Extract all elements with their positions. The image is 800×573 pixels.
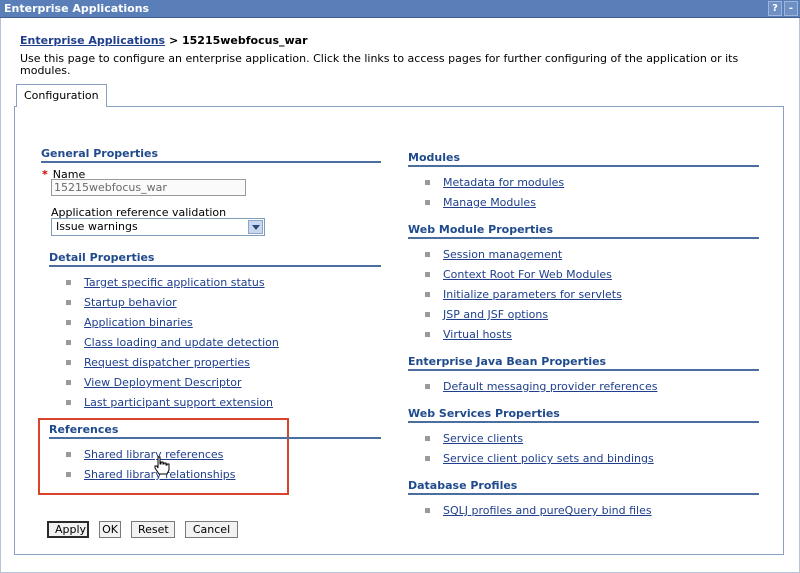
web-module-properties-heading: Web Module Properties	[408, 223, 759, 239]
link-startup-behavior[interactable]: Startup behavior	[84, 296, 177, 309]
bullet-icon	[425, 199, 430, 205]
list-item: SQLJ profiles and pureQuery bind files	[425, 504, 652, 517]
cancel-button[interactable]: Cancel	[185, 521, 238, 538]
list-item: Service clients	[425, 432, 523, 445]
link-class-loading[interactable]: Class loading and update detection	[84, 336, 279, 349]
list-item: Session management	[425, 248, 562, 261]
list-item: Startup behavior	[66, 296, 177, 309]
bullet-icon	[66, 379, 71, 385]
link-last-participant-support[interactable]: Last participant support extension	[84, 396, 273, 409]
bullet-icon	[425, 251, 430, 257]
link-session-management[interactable]: Session management	[443, 248, 562, 261]
link-view-deployment-descriptor[interactable]: View Deployment Descriptor	[84, 376, 242, 389]
bullet-icon	[425, 179, 430, 185]
minimize-icon[interactable]: -	[784, 1, 798, 16]
validation-selected-value: Issue warnings	[56, 220, 138, 233]
list-item: Metadata for modules	[425, 176, 564, 189]
bullet-icon	[66, 451, 71, 457]
link-default-messaging-provider[interactable]: Default messaging provider references	[443, 380, 657, 393]
link-virtual-hosts[interactable]: Virtual hosts	[443, 328, 512, 341]
bullet-icon	[66, 471, 71, 477]
link-initialize-parameters[interactable]: Initialize parameters for servlets	[443, 288, 622, 301]
database-profiles-heading: Database Profiles	[408, 479, 759, 495]
list-item: Shared library relationships	[66, 468, 236, 481]
window-title: Enterprise Applications	[4, 2, 150, 15]
bullet-icon	[425, 507, 430, 513]
breadcrumb-separator: >	[165, 34, 182, 47]
list-item: Service client policy sets and bindings	[425, 452, 654, 465]
name-field[interactable]: 15215webfocus_war	[51, 179, 246, 196]
bullet-icon	[425, 331, 430, 337]
list-item: Application binaries	[66, 316, 193, 329]
list-item: Target specific application status	[66, 276, 265, 289]
link-manage-modules[interactable]: Manage Modules	[443, 196, 536, 209]
list-item: Last participant support extension	[66, 396, 273, 409]
link-jsp-jsf-options[interactable]: JSP and JSF options	[443, 308, 548, 321]
breadcrumb: Enterprise Applications > 15215webfocus_…	[20, 34, 308, 47]
bullet-icon	[425, 291, 430, 297]
link-request-dispatcher[interactable]: Request dispatcher properties	[84, 356, 250, 369]
list-item: Shared library references	[66, 448, 223, 461]
modules-heading: Modules	[408, 151, 759, 167]
window-titlebar: Enterprise Applications ? -	[0, 0, 800, 18]
list-item: View Deployment Descriptor	[66, 376, 242, 389]
reset-button[interactable]: Reset	[131, 521, 175, 538]
list-item: Virtual hosts	[425, 328, 512, 341]
ok-button[interactable]: OK	[99, 521, 121, 538]
bullet-icon	[66, 339, 71, 345]
required-marker: *	[42, 168, 48, 181]
link-application-binaries[interactable]: Application binaries	[84, 316, 193, 329]
link-service-clients[interactable]: Service clients	[443, 432, 523, 445]
general-properties-heading: General Properties	[41, 147, 381, 163]
bullet-icon	[66, 279, 71, 285]
list-item: JSP and JSF options	[425, 308, 548, 321]
list-item: Manage Modules	[425, 196, 536, 209]
hand-cursor-icon	[154, 456, 170, 475]
bullet-icon	[66, 399, 71, 405]
bullet-icon	[66, 299, 71, 305]
bullet-icon	[425, 435, 430, 441]
tab-configuration[interactable]: Configuration	[16, 84, 107, 107]
detail-properties-heading: Detail Properties	[49, 251, 381, 267]
apply-button[interactable]: Apply	[47, 521, 89, 538]
ejb-properties-heading: Enterprise Java Bean Properties	[408, 355, 759, 371]
list-item: Initialize parameters for servlets	[425, 288, 622, 301]
list-item: Context Root For Web Modules	[425, 268, 612, 281]
list-item: Request dispatcher properties	[66, 356, 250, 369]
titlebar-buttons: ? -	[768, 1, 798, 16]
chevron-down-icon[interactable]	[248, 220, 263, 234]
bullet-icon	[66, 319, 71, 325]
link-service-client-policy-sets[interactable]: Service client policy sets and bindings	[443, 452, 654, 465]
breadcrumb-enterprise-applications[interactable]: Enterprise Applications	[20, 34, 165, 47]
web-services-properties-heading: Web Services Properties	[408, 407, 759, 423]
bullet-icon	[425, 455, 430, 461]
bullet-icon	[66, 359, 71, 365]
validation-select[interactable]: Issue warnings	[51, 218, 265, 236]
bullet-icon	[425, 271, 430, 277]
list-item: Default messaging provider references	[425, 380, 657, 393]
link-metadata-for-modules[interactable]: Metadata for modules	[443, 176, 564, 189]
list-item: Class loading and update detection	[66, 336, 279, 349]
references-heading: References	[49, 423, 381, 439]
breadcrumb-current: 15215webfocus_war	[182, 34, 308, 47]
help-icon[interactable]: ?	[768, 1, 782, 16]
link-sqlj-profiles[interactable]: SQLJ profiles and pureQuery bind files	[443, 504, 652, 517]
page-description: Use this page to configure an enterprise…	[20, 52, 739, 77]
link-target-specific-application-status[interactable]: Target specific application status	[84, 276, 265, 289]
bullet-icon	[425, 311, 430, 317]
bullet-icon	[425, 383, 430, 389]
link-context-root[interactable]: Context Root For Web Modules	[443, 268, 612, 281]
